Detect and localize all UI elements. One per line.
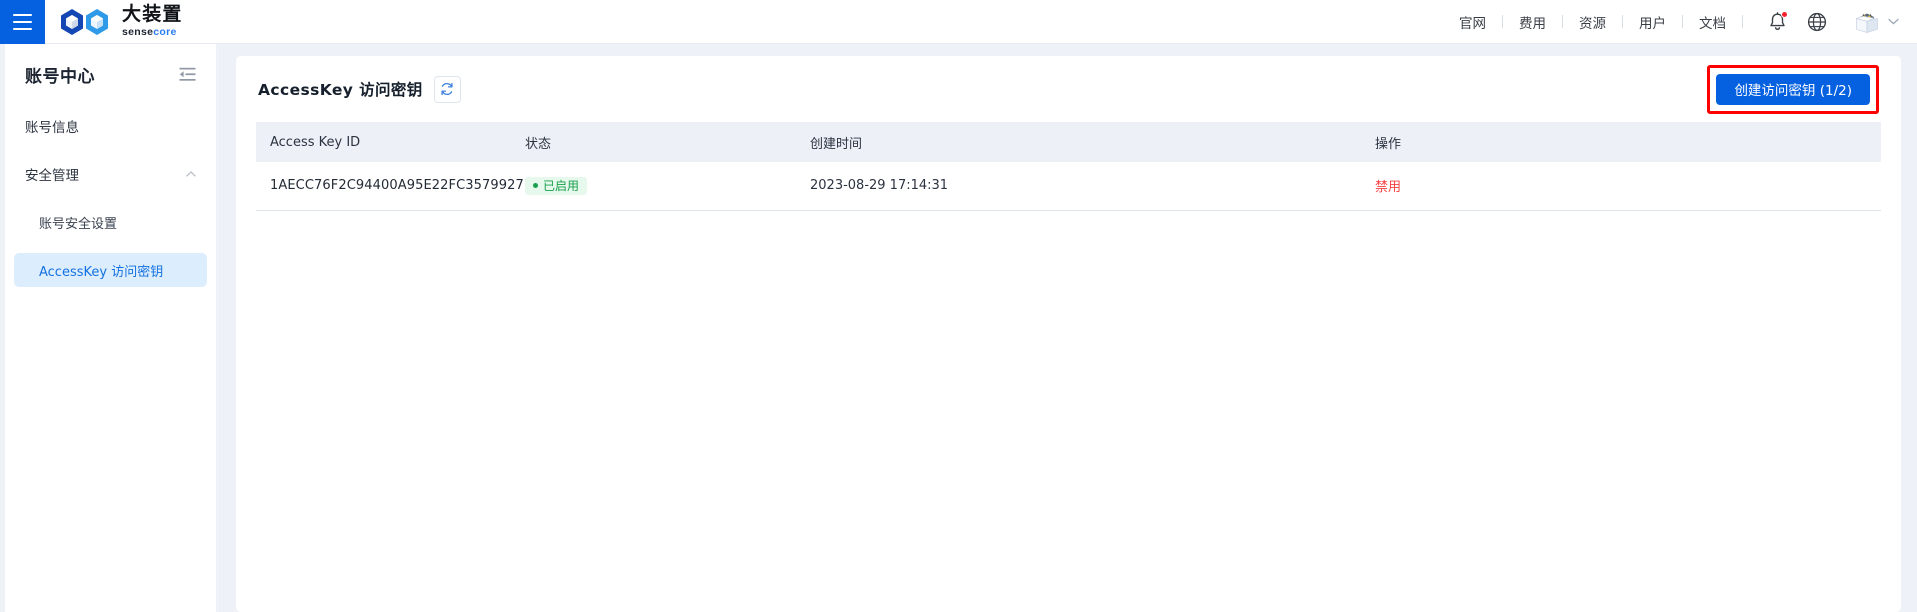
chevron-up-icon	[186, 171, 196, 177]
nav-link-guanwang[interactable]: 官网	[1443, 12, 1502, 32]
sidebar-header: 账号中心	[5, 44, 216, 87]
sidebar-item-label: 账号信息	[25, 120, 79, 136]
top-nav-links: 官网 费用 资源 用户 文档	[1443, 0, 1917, 44]
sidebar-item-accesskey[interactable]: AccessKey 访问密钥	[14, 253, 207, 287]
language-button[interactable]	[1797, 0, 1837, 44]
brand-logo[interactable]: 大装置 sensecore	[59, 5, 183, 38]
chevron-down-icon	[1888, 18, 1899, 25]
create-accesskey-button[interactable]: 创建访问密钥 (1/2)	[1716, 73, 1870, 105]
sidebar-item-security-management[interactable]: 安全管理	[14, 157, 207, 191]
app-root: 大装置 sensecore 官网 费用 资源 用户 文档 账号中心 账号信息 安…	[0, 0, 1917, 612]
top-navigation-bar: 大装置 sensecore 官网 费用 资源 用户 文档	[0, 0, 1917, 44]
sidebar-item-label: 安全管理	[25, 168, 79, 184]
nav-link-feiyong[interactable]: 费用	[1503, 12, 1562, 32]
card-header: AccessKey 访问密钥 创建访问密钥 (1/2)	[256, 56, 1881, 122]
nav-link-yonghu[interactable]: 用户	[1623, 12, 1682, 32]
column-header-status: 状态	[511, 122, 796, 162]
avatar	[1855, 13, 1878, 33]
sidebar-item-account-info[interactable]: 账号信息	[14, 109, 207, 143]
brand-en-core: core	[153, 26, 177, 39]
hamburger-line	[13, 27, 32, 30]
column-header-access-key-id: Access Key ID	[256, 122, 511, 162]
sidebar-item-label: 账号安全设置	[39, 216, 118, 232]
status-badge: 已启用	[525, 176, 588, 195]
notification-badge-dot	[1781, 10, 1788, 18]
table-header-row: Access Key ID 状态 创建时间 操作	[256, 122, 1881, 162]
status-dot-icon	[533, 183, 538, 189]
cell-status: 已启用	[511, 162, 796, 211]
disable-action-link[interactable]: 禁用	[1375, 180, 1401, 195]
brand-en-sense: sense	[122, 26, 154, 39]
main-content-area: AccessKey 访问密钥 创建访问密钥 (1/2) Access Key I…	[218, 44, 1917, 612]
cell-actions: 禁用	[1361, 162, 1881, 211]
sidebar-item-label: AccessKey 访问密钥	[39, 264, 164, 280]
hamburger-line	[13, 13, 32, 16]
sidebar-menu: 账号信息 安全管理 账号安全设置 AccessKey 访问密钥	[5, 109, 216, 287]
user-menu[interactable]	[1853, 8, 1899, 36]
nav-separator	[1742, 15, 1743, 28]
accesskey-table: Access Key ID 状态 创建时间 操作 1AECC76F2C94400…	[256, 122, 1881, 211]
table-header: Access Key ID 状态 创建时间 操作	[256, 122, 1881, 162]
hamburger-line	[13, 20, 32, 23]
nav-link-ziyuan[interactable]: 资源	[1563, 12, 1622, 32]
sidebar: 账号中心 账号信息 安全管理 账号安全设置 AccessKey 访问密钥	[5, 44, 217, 612]
table-row: 1AECC76F2C94400A95E22FC3579927B0 已启用 202…	[256, 162, 1881, 211]
table-body: 1AECC76F2C94400A95E22FC3579927B0 已启用 202…	[256, 162, 1881, 211]
column-header-actions: 操作	[1361, 122, 1881, 162]
create-button-highlight: 创建访问密钥 (1/2)	[1707, 64, 1879, 114]
cell-created-at: 2023-08-29 17:14:31	[796, 162, 1361, 211]
refresh-icon	[441, 82, 453, 96]
cell-access-key-id: 1AECC76F2C94400A95E22FC3579927B0	[256, 162, 541, 211]
status-badge-label: 已启用	[543, 178, 580, 193]
brand-text: 大装置 sensecore	[122, 5, 183, 38]
page-title: AccessKey 访问密钥	[258, 81, 423, 99]
access-key-id-value: 1AECC76F2C94400A95E22FC3579927B0	[270, 178, 542, 194]
sidebar-collapse-icon[interactable]	[179, 67, 196, 82]
content-card: AccessKey 访问密钥 创建访问密钥 (1/2) Access Key I…	[236, 56, 1901, 612]
sidebar-item-account-security-settings[interactable]: 账号安全设置	[14, 205, 207, 239]
globe-icon	[1807, 12, 1827, 31]
notification-button[interactable]	[1757, 0, 1797, 44]
nav-link-wendang[interactable]: 文档	[1683, 12, 1742, 32]
sensecore-logo-icon	[61, 8, 108, 35]
access-key-id-wrapper: 1AECC76F2C94400A95E22FC3579927B0	[270, 178, 541, 193]
hamburger-menu-icon[interactable]	[0, 0, 45, 44]
column-header-created-at: 创建时间	[796, 122, 1361, 162]
sidebar-title: 账号中心	[25, 67, 95, 87]
brand-name-en: sensecore	[122, 27, 183, 38]
refresh-button[interactable]	[433, 75, 461, 103]
brand-name-cn: 大装置	[122, 3, 183, 26]
